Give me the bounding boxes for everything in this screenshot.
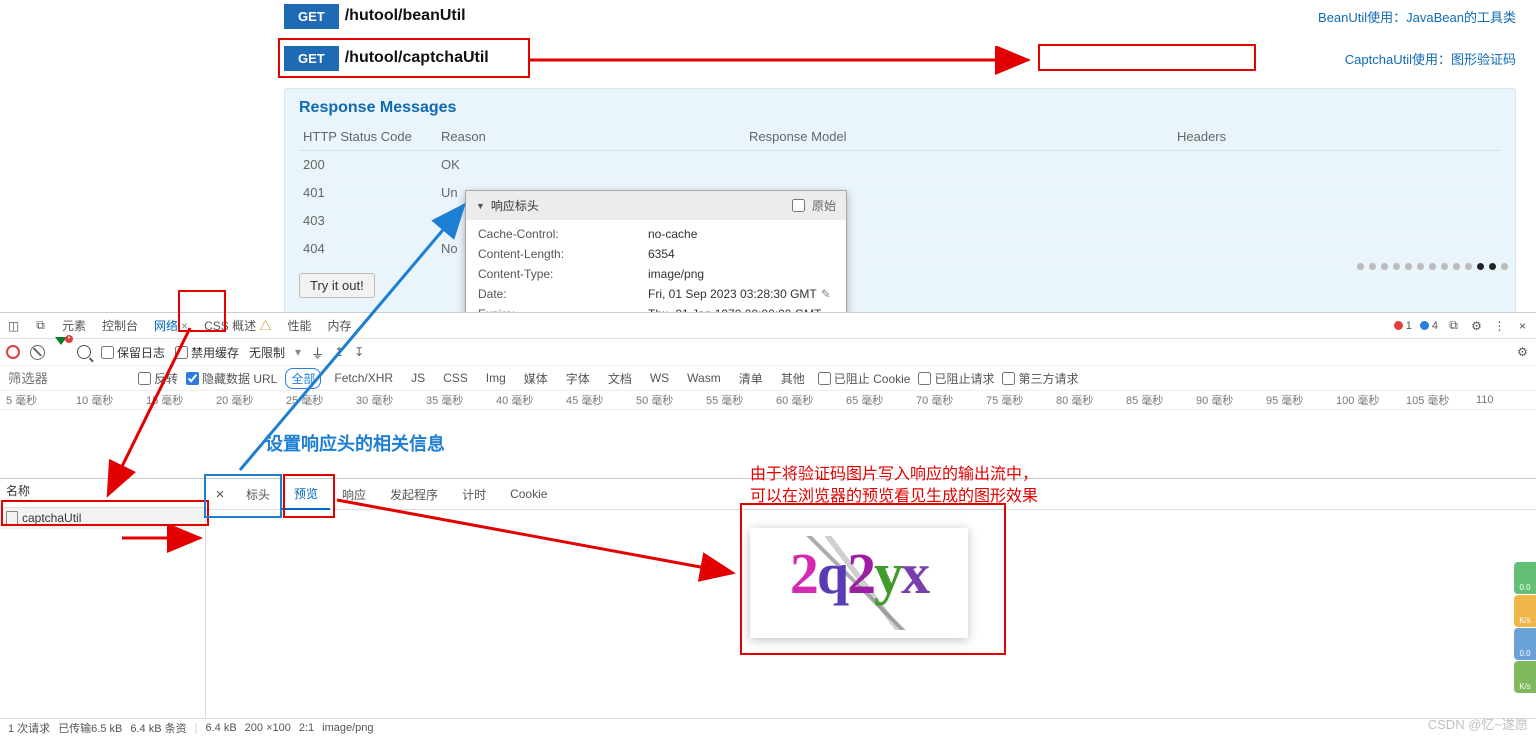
filter-chip[interactable]: Img [481, 370, 511, 386]
device-icon[interactable]: ⧉ [33, 318, 48, 333]
annotation-box [740, 503, 1006, 655]
search-icon[interactable] [77, 345, 91, 359]
filter-chip[interactable]: 字体 [561, 369, 595, 388]
header-row: Date:Fri, 01 Sep 2023 03:28:30 GMT✎ [466, 284, 846, 304]
upload-icon[interactable]: ↥ [334, 345, 344, 359]
dtab-response[interactable]: 响应 [330, 479, 378, 509]
preserve-log[interactable]: 保留日志 [101, 344, 165, 361]
table-row: 200OK [299, 151, 1501, 179]
close-devtools-icon[interactable]: × [1515, 318, 1530, 333]
filter-bar: 反转 隐藏数据 URL 全部 Fetch/XHR JS CSS Img 媒体 字… [0, 366, 1536, 391]
filter-chip[interactable]: 文档 [603, 369, 637, 388]
method-badge: GET [284, 4, 339, 29]
network-toolbar: • 保留日志 禁用缓存 无限制▾ ⏚ ↥ ↧ ⚙ [0, 339, 1536, 366]
pager-dots[interactable] [1357, 263, 1508, 270]
blocked-cookie[interactable]: 已阻止 Cookie [818, 370, 911, 387]
traffic-monitor: 0.0 K/s 0.0 K/s [1514, 562, 1536, 694]
annotation-text: 设置响应头的相关信息 [265, 430, 445, 456]
annotation-box [204, 474, 282, 518]
try-it-out-button[interactable]: Try it out! [299, 273, 375, 298]
api-row-beanutil[interactable]: GET /hutool/beanUtil BeanUtil使用：JavaBean… [284, 2, 1516, 30]
record-button[interactable] [6, 345, 20, 359]
tab-memory[interactable]: 内存 [325, 317, 353, 334]
api-desc: CaptchaUtil使用：图形验证码 [1345, 49, 1516, 68]
devtools-tabs: ◫ ⧉ 元素 控制台 网络× CSS 概述 △ 性能 内存 1 4 ⧉ ⚙ ⋮ … [0, 313, 1536, 339]
filter-chip[interactable]: 媒体 [519, 369, 553, 388]
inspect-icon[interactable]: ◫ [6, 318, 21, 333]
annotation-box [178, 290, 226, 332]
hide-data-url[interactable]: 隐藏数据 URL [186, 370, 277, 387]
popup-header[interactable]: ▼ 响应标头 原始 [466, 191, 846, 220]
header-row: Content-Length:6354 [466, 244, 846, 264]
filter-chip[interactable]: CSS [438, 370, 473, 386]
tab-performance[interactable]: 性能 [285, 317, 313, 334]
clear-button[interactable] [30, 345, 45, 360]
dock-icon[interactable]: ⧉ [1446, 318, 1461, 333]
filter-chip[interactable]: 其他 [776, 369, 810, 388]
dtab-cookie[interactable]: Cookie [498, 479, 559, 509]
annotation-box [1038, 44, 1256, 71]
edit-icon[interactable]: ✎ [821, 287, 831, 301]
tab-elements[interactable]: 元素 [60, 317, 88, 334]
network-settings-icon[interactable]: ⚙ [1515, 345, 1530, 360]
raw-checkbox[interactable] [792, 199, 805, 212]
filter-input[interactable] [6, 370, 130, 387]
filter-all[interactable]: 全部 [285, 368, 321, 389]
status-bar: 1 次请求 已传输6.5 kB 6.4 kB 条资 | 6.4 kB 200 ×… [0, 718, 1536, 737]
error-count[interactable]: 1 [1394, 320, 1412, 332]
tab-console[interactable]: 控制台 [100, 317, 140, 334]
settings-icon[interactable]: ⚙ [1469, 318, 1484, 333]
api-path: /hutool/beanUtil [345, 7, 466, 25]
watermark: CSDN @忆~遂愿 [1428, 714, 1528, 733]
invert-checkbox[interactable]: 反转 [138, 370, 178, 387]
download-icon[interactable]: ↧ [354, 345, 364, 359]
response-title: Response Messages [299, 99, 1501, 117]
wifi-icon[interactable]: ⏚ [311, 343, 324, 362]
dtab-timing[interactable]: 计时 [450, 479, 498, 509]
timeline-ruler[interactable]: 5 毫秒10 毫秒15 毫秒20 毫秒25 毫秒30 毫秒35 毫秒40 毫秒4… [0, 391, 1536, 410]
disable-cache[interactable]: 禁用缓存 [175, 344, 239, 361]
throttling-select[interactable]: 无限制 [249, 344, 285, 361]
header-row: Cache-Control:no-cache [466, 224, 846, 244]
dtab-initiator[interactable]: 发起程序 [378, 479, 450, 509]
filter-chip[interactable]: 清单 [734, 369, 768, 388]
filter-chip[interactable]: Fetch/XHR [329, 370, 398, 386]
message-count[interactable]: 4 [1420, 320, 1438, 332]
blocked-requests[interactable]: 已阻止请求 [918, 370, 994, 387]
more-icon[interactable]: ⋮ [1492, 318, 1507, 333]
annotation-box [283, 474, 335, 518]
third-party[interactable]: 第三方请求 [1002, 370, 1078, 387]
api-desc: BeanUtil使用：JavaBean的工具类 [1318, 7, 1516, 26]
collapse-icon[interactable]: ▼ [476, 201, 485, 211]
annotation-box [278, 38, 530, 78]
header-row: Content-Type:image/png [466, 264, 846, 284]
annotation-text: 可以在浏览器的预览看见生成的图形效果 [750, 482, 1038, 506]
annotation-box [1, 500, 209, 526]
filter-chip[interactable]: JS [406, 370, 430, 386]
annotation-text: 由于将验证码图片写入响应的输出流中， [750, 460, 1038, 484]
filter-chip[interactable]: Wasm [682, 370, 726, 386]
filter-toggle[interactable]: • [55, 345, 67, 359]
filter-chip[interactable]: WS [645, 370, 674, 386]
